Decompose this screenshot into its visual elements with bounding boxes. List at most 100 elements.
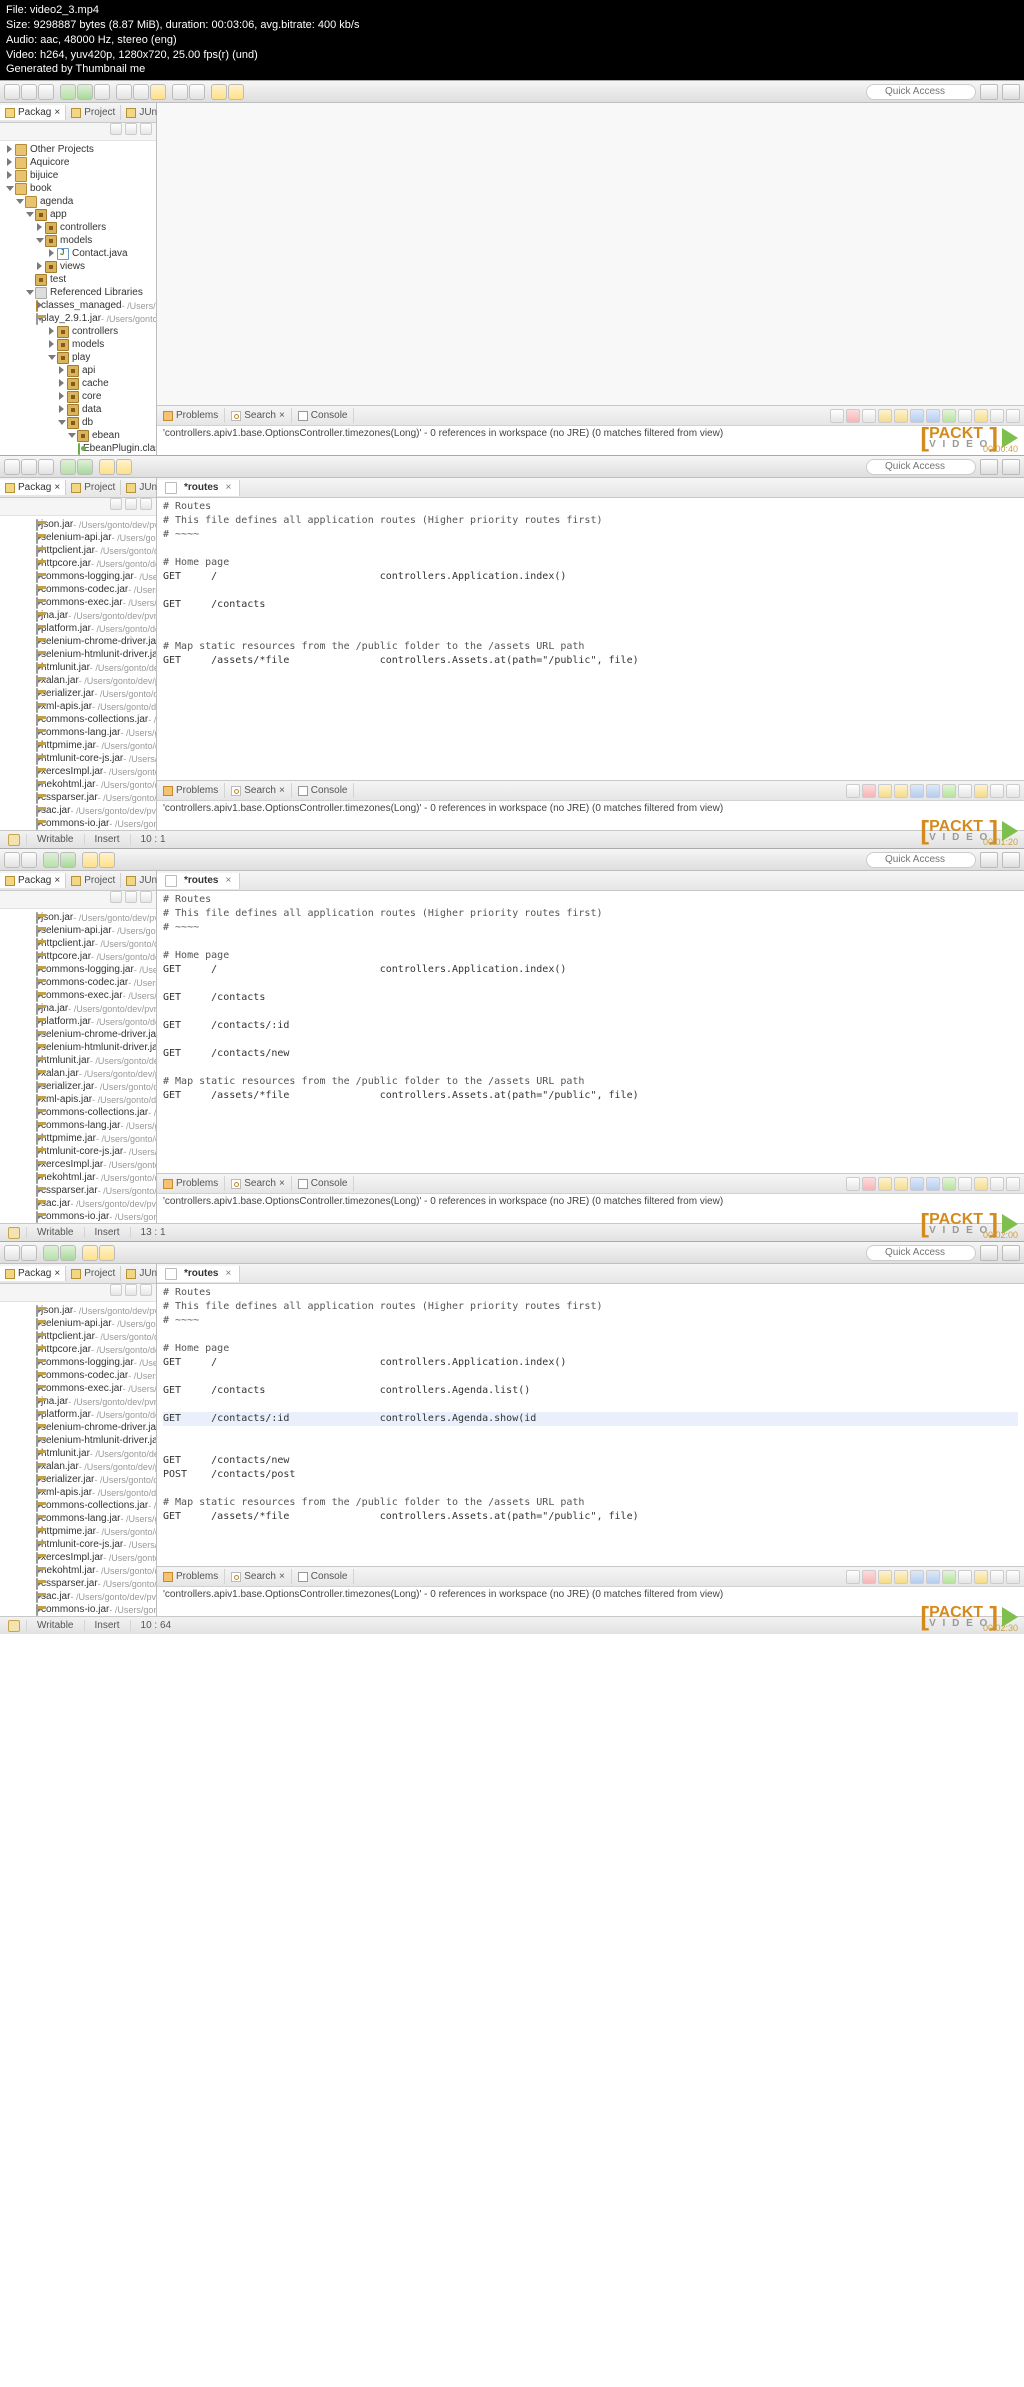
nav-back-button[interactable] (99, 459, 115, 475)
tree-jar[interactable]: xml-apis.jar - /Users/gonto/dev/p (0, 1093, 156, 1106)
tab-package-explorer[interactable]: Packag× (0, 873, 66, 888)
collapse-icon[interactable] (926, 1177, 940, 1191)
tree-jar[interactable]: sac.jar - /Users/gonto/dev/pvm/p (0, 1590, 156, 1603)
nav-forward-button[interactable] (99, 852, 115, 868)
remove-icon[interactable] (862, 409, 876, 423)
tree-jar[interactable]: nekohtml.jar - /Users/gonto/dev/ (0, 778, 156, 791)
stop-icon[interactable] (862, 1570, 876, 1584)
new-button[interactable] (4, 84, 20, 100)
nav-back-button[interactable] (82, 1245, 98, 1261)
tree-package[interactable]: views (0, 260, 156, 273)
tab-problems[interactable]: Problems (157, 1569, 225, 1584)
tab-project-explorer[interactable]: Project (66, 480, 121, 495)
quick-access-input[interactable] (866, 1245, 976, 1261)
history-icon[interactable] (894, 784, 908, 798)
open-type-button[interactable] (150, 84, 166, 100)
tree-jar[interactable]: cssparser.jar - /Users/gonto/dev (0, 791, 156, 804)
tab-search[interactable]: Search× (225, 783, 292, 798)
collapse-all-icon[interactable] (110, 498, 122, 510)
pin-icon[interactable] (942, 1177, 956, 1191)
min-icon[interactable] (990, 1177, 1004, 1191)
tree-jar[interactable]: platform.jar - /Users/gonto/dev/p (0, 1408, 156, 1421)
stop-icon[interactable] (862, 784, 876, 798)
tree-jar[interactable]: cssparser.jar - /Users/gonto/dev (0, 1577, 156, 1590)
tree-jar[interactable]: httpclient.jar - /Users/gonto/dev/ (0, 937, 156, 950)
run-button[interactable] (77, 84, 93, 100)
close-icon[interactable]: × (54, 482, 60, 493)
tree-jar[interactable]: htmlunit-core-js.jar - /Users/gon (0, 1145, 156, 1158)
tree-jar[interactable]: commons-logging.jar - /Users/go (0, 963, 156, 976)
search-button[interactable] (172, 84, 188, 100)
tree-package[interactable]: controllers (0, 325, 156, 338)
tree-jar[interactable]: json.jar - /Users/gonto/dev/pvm/ (0, 518, 156, 531)
quick-access-input[interactable] (866, 84, 976, 100)
tree-jar[interactable]: commons-exec.jar - /Users/gonto (0, 596, 156, 609)
close-icon[interactable]: × (225, 875, 231, 886)
tree-jar[interactable]: commons-logging.jar - /Users/go (0, 570, 156, 583)
tree-package[interactable]: ebean (0, 429, 156, 442)
run-button[interactable] (60, 852, 76, 868)
collapse-all-icon[interactable] (110, 123, 122, 135)
tree-jar[interactable]: httpcore.jar - /Users/gonto/dev/p (0, 1343, 156, 1356)
nav-back-button[interactable] (211, 84, 227, 100)
perspective-debug-button[interactable] (1002, 852, 1020, 868)
max-icon[interactable] (1006, 1177, 1020, 1191)
rerun-icon[interactable] (830, 409, 844, 423)
tree-jar[interactable]: serializer.jar - /Users/gonto/dev/ (0, 1080, 156, 1093)
tree-jar[interactable]: commons-io.jar - /Users/gonto/d (0, 817, 156, 830)
tree-jar[interactable]: jna.jar - /Users/gonto/dev/pvm/p (0, 1395, 156, 1408)
close-icon[interactable]: × (279, 785, 285, 796)
tree-jar[interactable]: serializer.jar - /Users/gonto/dev/ (0, 1473, 156, 1486)
collapse-icon[interactable] (926, 784, 940, 798)
stop-icon[interactable] (862, 1177, 876, 1191)
tree-jar[interactable]: commons-codec.jar - /Users/gont (0, 583, 156, 596)
quick-access-input[interactable] (866, 459, 976, 475)
history-icon[interactable] (878, 784, 892, 798)
tree-src-folder[interactable]: test (0, 273, 156, 286)
tree-jar[interactable]: httpmime.jar - /Users/gonto/dev (0, 1132, 156, 1145)
tab-project-explorer[interactable]: Project (66, 1266, 121, 1281)
stop-icon[interactable] (846, 409, 860, 423)
rerun-icon[interactable] (846, 784, 860, 798)
perspective-debug-button[interactable] (1002, 84, 1020, 100)
save-all-button[interactable] (38, 459, 54, 475)
perspective-debug-button[interactable] (1002, 459, 1020, 475)
collapse-all-icon[interactable] (110, 1284, 122, 1296)
tree-jar[interactable]: json.jar - /Users/gonto/dev/pvm/ (0, 1304, 156, 1317)
quick-access-input[interactable] (866, 852, 976, 868)
tree-jar[interactable]: platform.jar - /Users/gonto/dev/p (0, 1015, 156, 1028)
tree-jar[interactable]: json.jar - /Users/gonto/dev/pvm/ (0, 911, 156, 924)
tab-package-explorer[interactable]: Packag× (0, 105, 66, 120)
nav-forward-button[interactable] (116, 459, 132, 475)
tree-jar[interactable]: commons-exec.jar - /Users/gonto (0, 1382, 156, 1395)
nav-forward-button[interactable] (99, 1245, 115, 1261)
link-editor-icon[interactable] (125, 498, 137, 510)
tree-jar[interactable]: nekohtml.jar - /Users/gonto/dev/ (0, 1171, 156, 1184)
tab-package-explorer[interactable]: Packag× (0, 480, 66, 495)
tree-jar[interactable]: cssparser.jar - /Users/gonto/dev (0, 1184, 156, 1197)
new-button[interactable] (4, 852, 20, 868)
history-icon[interactable] (878, 1177, 892, 1191)
pin-icon[interactable] (942, 784, 956, 798)
tree-package[interactable]: controllers (0, 221, 156, 234)
toggle-button[interactable] (189, 84, 205, 100)
package-tree[interactable]: json.jar - /Users/gonto/dev/pvm/selenium… (0, 516, 156, 830)
max-icon[interactable] (1006, 784, 1020, 798)
close-icon[interactable]: × (225, 1268, 231, 1279)
view-menu-icon[interactable] (140, 891, 152, 903)
tree-jar[interactable]: commons-io.jar - /Users/gonto/d (0, 1210, 156, 1223)
run-last-button[interactable] (94, 84, 110, 100)
tree-jar[interactable]: commons-lang.jar - /Users/gont (0, 726, 156, 739)
tab-problems[interactable]: Problems (157, 408, 225, 423)
tree-jar[interactable]: commons-lang.jar - /Users/gont (0, 1119, 156, 1132)
tab-console[interactable]: Console (292, 1569, 355, 1584)
tree-jar[interactable]: selenium-htmlunit-driver.jar - / (0, 648, 156, 661)
tree-jar[interactable]: commons-codec.jar - /Users/gont (0, 1369, 156, 1382)
tree-jar[interactable]: platform.jar - /Users/gonto/dev/p (0, 622, 156, 635)
close-icon[interactable]: × (279, 410, 285, 421)
tree-jar[interactable]: play_2.9.1.jar - /Users/gonto/dev. (0, 312, 156, 325)
package-tree[interactable]: json.jar - /Users/gonto/dev/pvm/selenium… (0, 1302, 156, 1616)
tree-jar[interactable]: sac.jar - /Users/gonto/dev/pvm/p (0, 1197, 156, 1210)
tree-jar[interactable]: httpmime.jar - /Users/gonto/dev (0, 739, 156, 752)
menu-icon[interactable] (958, 1177, 972, 1191)
